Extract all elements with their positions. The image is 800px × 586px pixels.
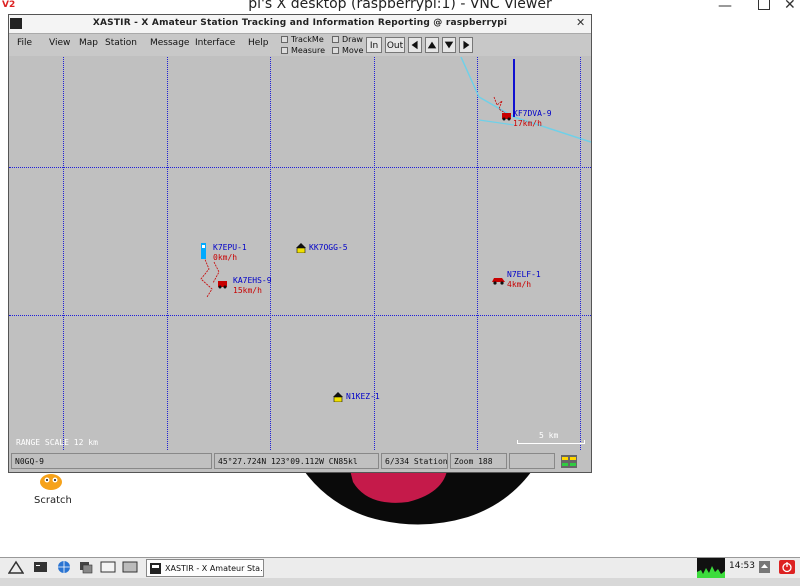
xastir-window: XASTIR - X Amateur Station Tracking and …	[8, 14, 592, 473]
status-bar: N0GQ-9 45°27.724N 123°09.112W CN85kl 6/3…	[9, 451, 591, 471]
station-speed: 4km/h	[507, 280, 532, 289]
desktop-icon[interactable]	[122, 560, 138, 574]
status-coordinates: 45°27.724N 123°09.112W CN85kl	[214, 453, 379, 469]
station-speed: 15km/h	[233, 286, 262, 295]
station-callsign[interactable]: KK7OGG-5	[309, 243, 348, 252]
scale-bar	[517, 440, 585, 444]
eject-icon[interactable]	[757, 560, 773, 574]
move-label: Move	[342, 46, 364, 55]
pan-left-button[interactable]	[408, 37, 422, 53]
scratch-icon[interactable]	[36, 470, 66, 492]
interface-status-icon	[561, 455, 577, 468]
car-icon[interactable]	[491, 275, 507, 285]
car-icon[interactable]	[501, 111, 513, 121]
station-track	[200, 256, 213, 298]
vnc-titlebar: V2 pi's X desktop (raspberrypi:1) - VNC …	[0, 0, 800, 14]
xastir-close-button[interactable]: ✕	[576, 16, 585, 29]
menu-file[interactable]: File	[17, 38, 32, 48]
house-icon[interactable]	[333, 392, 343, 402]
power-icon[interactable]	[779, 560, 795, 574]
house-icon[interactable]	[296, 243, 306, 253]
trackme-checkbox[interactable]: TrackMe	[281, 35, 324, 44]
pan-up-button[interactable]	[425, 37, 439, 53]
pan-down-button[interactable]	[442, 37, 456, 53]
station-callsign[interactable]: N7ELF-1	[507, 270, 541, 279]
status-station-count: 6/334 Station	[381, 453, 448, 469]
file-manager-icon[interactable]	[78, 560, 94, 574]
status-zoom: Zoom 188	[450, 453, 507, 469]
xastir-window-title: XASTIR - X Amateur Station Tracking and …	[92, 18, 508, 28]
map-canvas[interactable]: KF7DVA-9 17km/h K7EPU-1 0km/h KK7OGG-5 K…	[9, 57, 591, 450]
menu-map[interactable]: Map	[79, 38, 98, 48]
vnc-window-title: pi's X desktop (raspberrypi:1) - VNC Vie…	[248, 0, 552, 12]
station-callsign[interactable]: N1KEZ-1	[346, 392, 380, 401]
menu-raspberry-icon[interactable]	[8, 560, 24, 574]
menu-view[interactable]: View	[49, 38, 70, 48]
terminal-icon[interactable]	[33, 560, 49, 574]
taskbar-xastir-button[interactable]: XASTIR - X Amateur Sta...	[146, 559, 264, 577]
menu-station[interactable]: Station	[105, 38, 137, 48]
taskbar-xastir-label: XASTIR - X Amateur Sta...	[165, 564, 264, 573]
measure-checkbox[interactable]: Measure	[281, 46, 325, 55]
draw-label: Draw	[342, 35, 363, 44]
status-empty-field	[509, 453, 555, 469]
taskbar-panel: XASTIR - X Amateur Sta... 14:53	[0, 558, 800, 578]
xastir-titlebar[interactable]: XASTIR - X Amateur Station Tracking and …	[9, 15, 591, 34]
station-callsign[interactable]: K7EPU-1	[213, 243, 247, 252]
maximize-icon	[758, 0, 770, 10]
cpu-usage-graph	[697, 558, 725, 578]
station-callsign[interactable]: KF7DVA-9	[513, 109, 552, 118]
scale-bar-label: 5 km	[539, 431, 559, 440]
xastir-toolbar: File View Map Station Message Interface …	[9, 34, 591, 56]
zoom-in-button[interactable]: In	[366, 37, 382, 53]
station-speed: 17km/h	[513, 119, 542, 128]
road-line	[460, 57, 591, 143]
trackme-label: TrackMe	[291, 35, 324, 44]
measure-label: Measure	[291, 46, 325, 55]
station-callsign[interactable]: KA7EHS-9	[233, 276, 272, 285]
menu-help[interactable]: Help	[248, 38, 269, 48]
move-checkbox[interactable]: Move	[332, 46, 363, 55]
menu-interface[interactable]: Interface	[195, 38, 235, 48]
range-scale-label: RANGE SCALE 12 km	[16, 438, 98, 447]
station-speed: 0km/h	[213, 253, 238, 262]
pan-right-button[interactable]	[459, 37, 473, 53]
browser-icon[interactable]	[56, 560, 72, 574]
maximize-button[interactable]	[756, 0, 772, 10]
status-callsign: N0GQ-9	[11, 453, 212, 469]
minimize-button[interactable]: —	[715, 0, 735, 14]
close-button[interactable]: ✕	[784, 0, 796, 13]
xastir-task-icon	[150, 563, 161, 574]
scratch-label[interactable]: Scratch	[34, 495, 72, 506]
taskbar: XASTIR - X Amateur Sta... 14:53	[0, 557, 800, 586]
menu-message[interactable]: Message	[150, 38, 189, 48]
cyan-marker-icon[interactable]	[200, 243, 208, 261]
car-icon[interactable]	[217, 279, 229, 289]
clock[interactable]: 14:53	[729, 561, 755, 571]
window-icon[interactable]	[100, 560, 116, 574]
zoom-out-button[interactable]: Out	[385, 37, 405, 53]
draw-checkbox[interactable]: Draw	[332, 35, 363, 44]
